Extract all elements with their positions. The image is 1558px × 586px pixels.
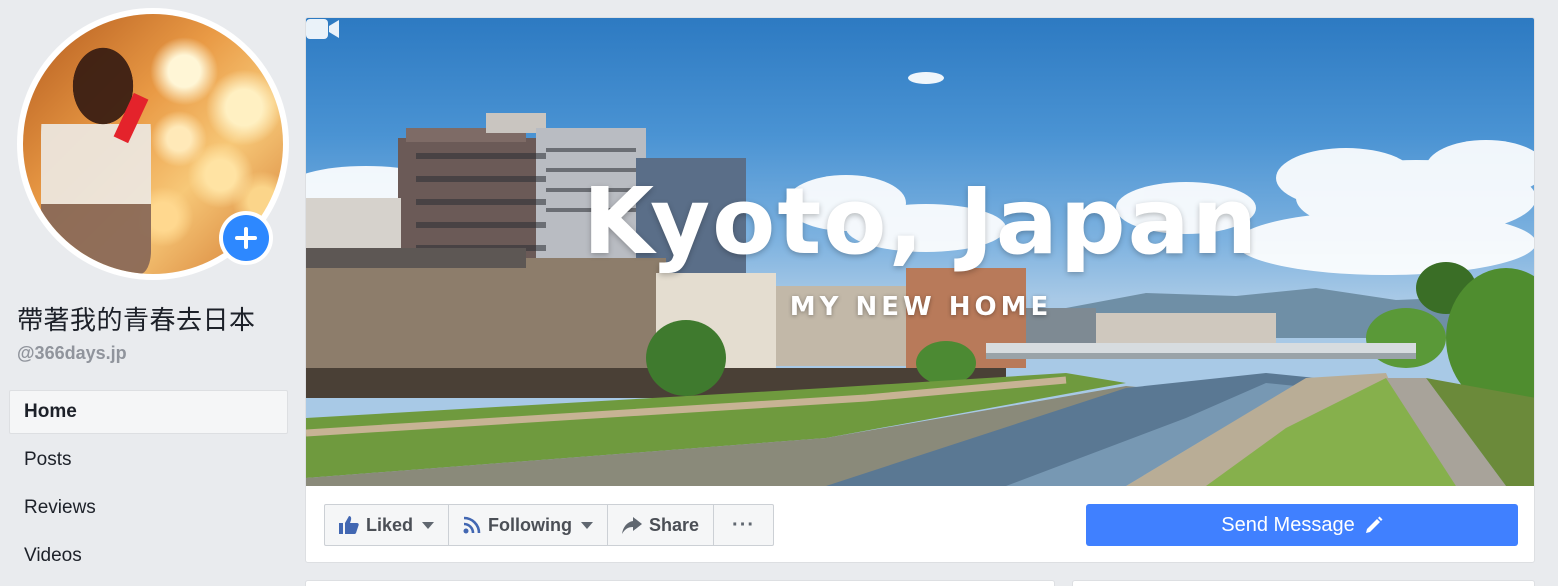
share-button[interactable]: Share [608, 505, 715, 545]
more-options-button[interactable]: ··· [714, 505, 773, 545]
plus-icon[interactable] [223, 215, 269, 261]
sidebar-nav: Home Posts Reviews Videos [9, 390, 288, 582]
liked-label: Liked [366, 514, 414, 535]
rss-feed-icon [463, 516, 481, 534]
left-column: 帶著我的青春去日本 @366days.jp Home Posts Reviews… [0, 0, 300, 586]
following-label: Following [488, 514, 572, 535]
add-photo-button[interactable] [219, 211, 273, 265]
cover-subtitle: MY NEW HOME [789, 292, 1053, 322]
page-title[interactable]: 帶著我的青春去日本 [17, 300, 256, 337]
avatar-person [41, 44, 151, 274]
content-card-left [305, 580, 1055, 586]
cover-title: Kyoto, Japan [582, 168, 1260, 275]
page-actions-bar: Liked Following Share ··· [324, 504, 775, 546]
chevron-down-icon [581, 521, 593, 529]
share-label: Share [649, 514, 700, 535]
sidebar-item-posts[interactable]: Posts [9, 438, 288, 482]
video-camera-icon [306, 19, 339, 39]
profile-picture[interactable] [17, 8, 289, 280]
send-message-label: Send Message [1221, 513, 1355, 536]
page-header-card: Kyoto, Japan MY NEW HOME Liked Following [305, 17, 1535, 563]
thumbs-up-icon [339, 516, 359, 534]
chevron-down-icon [422, 521, 435, 529]
sidebar-item-reviews[interactable]: Reviews [9, 486, 288, 530]
following-button[interactable]: Following [449, 505, 608, 545]
liked-button[interactable]: Liked [325, 505, 450, 545]
sidebar-item-videos[interactable]: Videos [9, 534, 288, 578]
sidebar-item-home[interactable]: Home [9, 390, 288, 434]
share-arrow-icon [622, 516, 642, 534]
send-message-button[interactable]: Send Message [1086, 504, 1518, 546]
page-handle[interactable]: @366days.jp [17, 343, 127, 364]
cover-video[interactable]: Kyoto, Japan MY NEW HOME [306, 18, 1534, 486]
pencil-icon [1365, 516, 1383, 533]
content-card-right [1072, 580, 1535, 586]
